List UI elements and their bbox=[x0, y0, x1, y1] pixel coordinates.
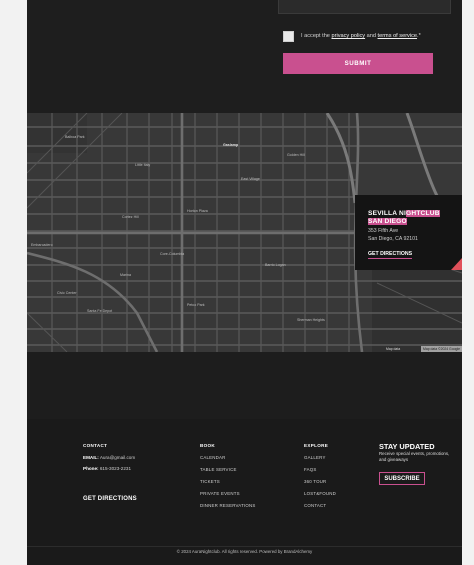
venue-info-card: SEVILLA NIGHTCLUB SAN DIEGO 353 Fifth Av… bbox=[355, 195, 462, 270]
footer-link-lost-found[interactable]: LOST&FOUND bbox=[304, 491, 336, 496]
map-label-santa-fe-depot: Santa Fe Depot bbox=[87, 309, 113, 313]
venue-name: SEVILLA NIGHTCLUB SAN DIEGO bbox=[368, 210, 442, 227]
venue-name-part1: SEVILLA NI bbox=[368, 210, 407, 217]
venue-name-part2: GHTCLUB bbox=[406, 210, 440, 217]
map-label-east-village: East Village bbox=[241, 177, 260, 181]
phone-label: Phone: bbox=[83, 466, 99, 471]
map-label-cortez-hill: Cortez Hill bbox=[122, 215, 139, 219]
address-line1: 353 Fifth Ave bbox=[368, 228, 399, 234]
privacy-policy-link[interactable]: privacy policy bbox=[331, 33, 365, 39]
email-value[interactable]: Aura@gmail.com bbox=[100, 455, 135, 460]
page: I accept the privacy policy and terms of… bbox=[27, 0, 462, 565]
map-label-sherman-heights: Sherman Heights bbox=[297, 318, 325, 322]
footer-link-tickets[interactable]: TICKETS bbox=[200, 479, 220, 484]
venue-address: 353 Fifth Ave San Diego, CA 92101 bbox=[368, 228, 418, 243]
footer-link-private-events[interactable]: PRIVATE EVENTS bbox=[200, 491, 240, 496]
submit-button[interactable]: SUBMIT bbox=[283, 53, 433, 74]
consent-checkbox[interactable] bbox=[283, 30, 294, 42]
footer-divider bbox=[27, 546, 462, 547]
email-label: EMAIL: bbox=[83, 455, 99, 460]
map-label-golden-hill: Golden Hill bbox=[287, 153, 305, 157]
footer-spacer bbox=[27, 352, 462, 419]
phone-value[interactable]: 615-3023-2231 bbox=[100, 466, 131, 471]
map-label-marina: Marina bbox=[120, 273, 131, 277]
card-corner-accent bbox=[451, 258, 462, 270]
explore-title: EXPLORE bbox=[304, 443, 329, 448]
map-label-gaslamp: Gaslamp bbox=[223, 143, 239, 147]
location-map[interactable]: Gaslamp Balboa Park Little Italy Cortez … bbox=[27, 113, 462, 352]
map-label-barrio-logan: Barrio Logan bbox=[265, 263, 286, 267]
site-footer bbox=[27, 419, 462, 565]
stay-updated-title: STAY UPDATED bbox=[379, 442, 435, 451]
terms-of-service-link[interactable]: terms of service bbox=[378, 33, 417, 39]
consent-prefix: I accept the bbox=[301, 33, 330, 39]
footer-link-360-tour[interactable]: 360 TOUR bbox=[304, 479, 326, 484]
consent-row: I accept the privacy policy and terms of… bbox=[283, 30, 421, 42]
required-mark: .* bbox=[417, 33, 421, 39]
footer-link-table-service[interactable]: TABLE SERVICE bbox=[200, 467, 237, 472]
footer-link-contact[interactable]: CONTACT bbox=[304, 503, 326, 508]
footer-get-directions-link[interactable]: GET DIRECTIONS bbox=[83, 496, 137, 502]
footer-link-calendar[interactable]: CALENDAR bbox=[200, 455, 226, 460]
contact-title: CONTACT bbox=[83, 443, 108, 448]
footer-link-gallery[interactable]: GALLERY bbox=[304, 455, 326, 460]
contact-email: EMAIL: Aura@gmail.com bbox=[83, 455, 135, 460]
map-label-horton-plaza: Horton Plaza bbox=[187, 209, 208, 213]
map-attribution-left: Map data bbox=[386, 347, 401, 351]
address-line2: San Diego, CA 92101 bbox=[368, 235, 418, 242]
map-label-embarcadero: Embarcadero bbox=[31, 243, 53, 247]
map-label-balboa-park: Balboa Park bbox=[65, 135, 85, 139]
consent-text: I accept the privacy policy and terms of… bbox=[301, 33, 421, 39]
map-label-little-italy: Little Italy bbox=[135, 163, 151, 167]
venue-name-city: SAN DIEGO bbox=[368, 218, 407, 226]
copyright-text: © 2024 AuraNightclub. All rights reserve… bbox=[176, 549, 313, 554]
form-section: I accept the privacy policy and terms of… bbox=[27, 0, 462, 113]
consent-and: and bbox=[366, 33, 376, 39]
footer-link-dinner-reservations[interactable]: DINNER RESERVATIONS bbox=[200, 503, 256, 508]
stay-updated-subtitle: Receive special events, promotions, and … bbox=[379, 451, 450, 462]
map-label-core-columbia: Core-Columbia bbox=[160, 252, 185, 256]
footer-link-faqs[interactable]: FAQS bbox=[304, 467, 317, 472]
map-label-petco-park: Petco Park bbox=[187, 303, 205, 307]
contact-phone: Phone: 615-3023-2231 bbox=[83, 466, 131, 471]
map-get-directions-link[interactable]: GET DIRECTIONS bbox=[368, 251, 413, 259]
subscribe-button[interactable]: SUBSCRIBE bbox=[379, 472, 425, 485]
book-title: BOOK bbox=[200, 443, 215, 448]
message-field[interactable] bbox=[278, 0, 451, 14]
map-label-civic-center: Civic Center bbox=[57, 291, 77, 295]
